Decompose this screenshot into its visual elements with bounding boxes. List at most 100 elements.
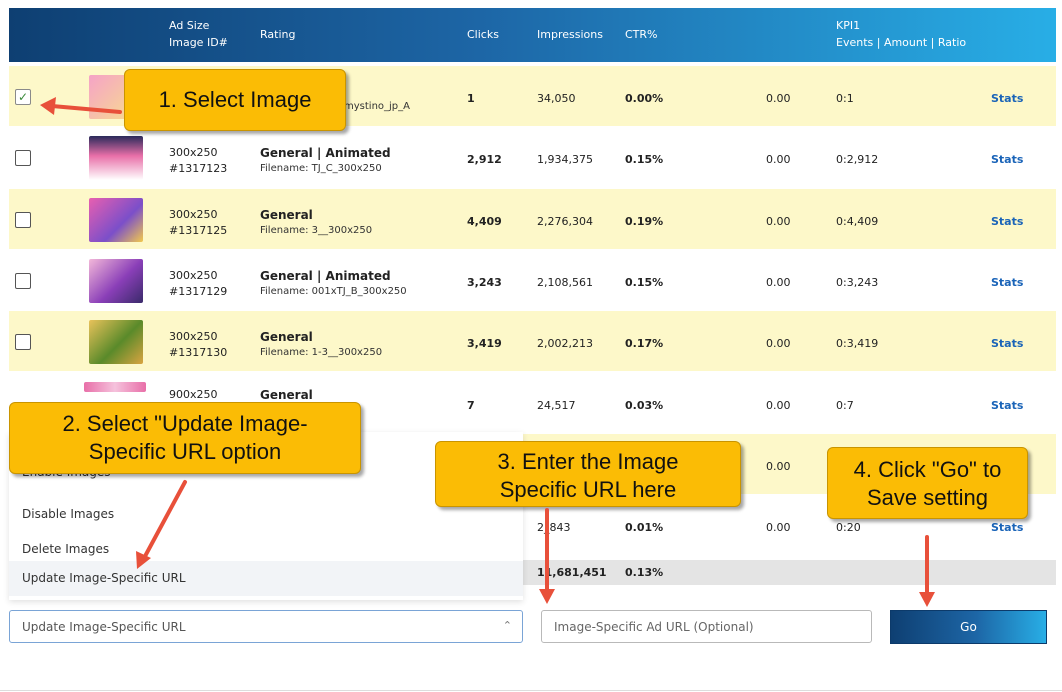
row-checkbox[interactable]	[15, 273, 31, 289]
callout-step-2: 2. Select "Update Image- Specific URL op…	[9, 402, 361, 474]
callout-step-4: 4. Click "Go" to Save setting	[827, 447, 1028, 519]
row-impressions: 1,934,375	[537, 153, 593, 166]
stats-link[interactable]: Stats	[991, 215, 1023, 228]
row-amount: 0.00	[766, 92, 791, 105]
stats-link[interactable]: Stats	[991, 92, 1023, 105]
row-image-id: #1317125	[169, 224, 228, 237]
row-ratio: 0:7	[836, 399, 854, 412]
row-size-id: 300x250 #1317125	[169, 207, 227, 239]
row-ratio: 0:3,419	[836, 337, 879, 350]
callout-step-4-line-2: Save setting	[866, 485, 989, 510]
row-impressions: 2_843	[537, 521, 571, 534]
row-ctr: 0.01%	[625, 521, 664, 534]
table-header: Ad Size Image ID# Rating Clicks Impressi…	[9, 8, 1056, 62]
table-row: 300x250 #1317123 General | Animated Filen…	[9, 127, 1056, 187]
row-amount: 0.00	[766, 521, 791, 534]
col-clicks[interactable]: Clicks	[467, 26, 499, 43]
row-size: 300x250	[169, 330, 218, 343]
row-size-id: 300x250 #1317123	[169, 145, 227, 177]
row-clicks: 1	[467, 92, 475, 105]
col-rating[interactable]: Rating	[260, 26, 295, 43]
row-rating: General | Animated	[260, 146, 391, 160]
menu-item-update-url[interactable]: Update Image-Specific URL	[9, 561, 523, 596]
ad-thumbnail	[89, 198, 143, 242]
row-filename: Filename: 3__300x250	[260, 225, 373, 236]
row-amount: 0.00	[766, 215, 791, 228]
bulk-action-select[interactable]: Update Image-Specific URL ⌃	[9, 610, 523, 643]
stats-link[interactable]: Stats	[991, 337, 1023, 350]
row-checkbox[interactable]	[15, 212, 31, 228]
row-ratio: 0:4,409	[836, 215, 879, 228]
row-checkbox[interactable]: ✓	[15, 89, 31, 105]
row-ratio: 0:2,912	[836, 153, 879, 166]
col-kpi-sub-label: Events | Amount | Ratio	[836, 36, 967, 49]
row-ctr: 0.15%	[625, 276, 664, 289]
row-rating: General	[260, 208, 313, 222]
row-ratio: 0:1	[836, 92, 854, 105]
ad-thumbnail	[84, 382, 146, 392]
row-impressions: 2,276,304	[537, 215, 593, 228]
ad-thumbnail	[89, 259, 143, 303]
table-row: 300x250 #1317130 General Filename: 1-3__3…	[9, 311, 1056, 371]
arrowhead-step-3	[539, 589, 555, 604]
stats-link[interactable]: Stats	[991, 276, 1023, 289]
stats-link[interactable]: Stats	[991, 153, 1023, 166]
row-amount: 0.00	[766, 153, 791, 166]
col-ad-size-label: Ad Size	[169, 19, 210, 32]
row-impressions: 34,050	[537, 92, 576, 105]
col-kpi-label: KPI1	[836, 19, 861, 32]
table-row: 300x250 #1317125 General Filename: 3__300…	[9, 189, 1056, 249]
col-ad-size[interactable]: Ad Size Image ID#	[169, 17, 228, 51]
row-clicks: 4,409	[467, 215, 502, 228]
row-size-id: 300x250 #1317130	[169, 329, 227, 361]
row-ctr: 0.03%	[625, 399, 664, 412]
go-button[interactable]: Go	[890, 610, 1047, 644]
callout-step-3-line-1: 3. Enter the Image	[497, 449, 679, 474]
arrowhead-step-4	[919, 592, 935, 607]
callout-step-1: 1. Select Image	[124, 69, 346, 131]
row-clicks: 3,243	[467, 276, 502, 289]
callout-step-2-line-2: Specific URL option	[88, 439, 282, 464]
row-filename: Filename: TJ_C_300x250	[260, 163, 382, 174]
row-filename: Filename: 1-3__300x250	[260, 347, 383, 358]
row-ctr: 0.17%	[625, 337, 664, 350]
row-amount: 0.00	[766, 276, 791, 289]
callout-step-3: 3. Enter the Image Specific URL here	[435, 441, 741, 507]
row-filename: Filename: 001xTJ_B_300x250	[260, 286, 407, 297]
col-ctr[interactable]: CTR%	[625, 26, 658, 43]
row-clicks: 7	[467, 399, 475, 412]
col-kpi[interactable]: KPI1 Events | Amount | Ratio	[836, 17, 966, 51]
stats-link[interactable]: Stats	[991, 399, 1023, 412]
row-rating: General	[260, 388, 313, 402]
image-url-input[interactable]	[541, 610, 872, 643]
total-ctr: 0.13%	[625, 566, 664, 579]
callout-step-4-line-1: 4. Click "Go" to	[853, 457, 1002, 482]
row-checkbox[interactable]	[15, 150, 31, 166]
ad-thumbnail	[89, 320, 143, 364]
row-size: 900x250	[169, 388, 218, 401]
row-ratio: 0:20	[836, 521, 861, 534]
row-ctr: 0.00%	[625, 92, 664, 105]
row-impressions: 2,108,561	[537, 276, 593, 289]
col-image-id-label: Image ID#	[169, 36, 228, 49]
row-filename: _mystino_jp_A	[339, 101, 410, 112]
ad-thumbnail	[89, 136, 143, 180]
callout-step-3-line-2: Specific URL here	[499, 477, 677, 502]
stats-link[interactable]: Stats	[991, 521, 1023, 534]
divider	[0, 690, 1062, 691]
callout-step-2-line-1: 2. Select "Update Image-	[62, 411, 308, 436]
row-impressions: 2,002,213	[537, 337, 593, 350]
row-size: 300x250	[169, 146, 218, 159]
totals-row: 11,681,451 0.13%	[523, 560, 1056, 585]
table-row: 300x250 #1317129 General | Animated Filen…	[9, 250, 1056, 310]
row-ctr: 0.15%	[625, 153, 664, 166]
row-size: 300x250	[169, 269, 218, 282]
col-impressions[interactable]: Impressions	[537, 26, 603, 43]
row-ratio: 0:3,243	[836, 276, 879, 289]
row-ctr: 0.19%	[625, 215, 664, 228]
row-checkbox[interactable]	[15, 334, 31, 350]
row-amount: 0.00	[766, 399, 791, 412]
row-image-id: #1317123	[169, 162, 228, 175]
row-amount: 0.00	[766, 460, 791, 473]
row-rating: General	[260, 330, 313, 344]
